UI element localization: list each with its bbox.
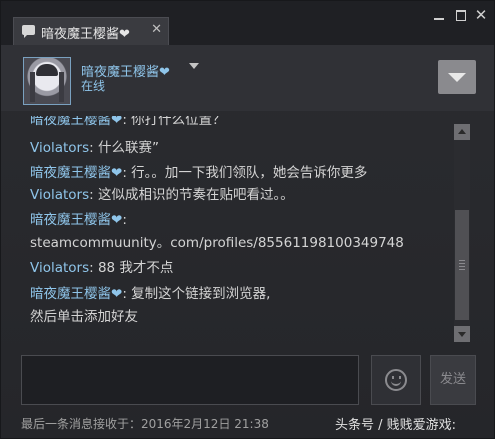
chat-message: Violators: 88 我才不点: [30, 256, 173, 276]
chat-message: 暗夜魔王樱酱❤: 行。。加一下我们领队，她会告诉你更多: [30, 161, 367, 181]
chat-message: 暗夜魔王樱酱❤: 复制这个链接到浏览器,: [30, 282, 270, 302]
message-text[interactable]: steamcommuunity。com/profiles/85561198100…: [30, 235, 404, 251]
message-text: : 这似成相识的节奏在贴吧看过。。: [89, 187, 294, 203]
last-message-timestamp: 最后一条消息接收于：2016年2月12日 21:38: [21, 417, 269, 431]
chat-message: Violators: 什么联赛”: [30, 136, 159, 156]
title-bar: 暗夜魔王樱酱❤ ✕ ✕: [1, 1, 494, 45]
chevron-down-icon[interactable]: [189, 63, 199, 69]
message-sender[interactable]: 暗夜魔王樱酱❤: [30, 212, 122, 228]
maximize-button[interactable]: [453, 7, 469, 23]
message-sender[interactable]: 暗夜魔王樱酱❤: [30, 286, 122, 302]
message-sender[interactable]: Violators: [30, 260, 89, 276]
chat-message: Violators: 这似成相识的节奏在贴吧看过。。: [30, 183, 294, 203]
scroll-thumb[interactable]: [455, 210, 469, 320]
scroll-up-button[interactable]: [454, 124, 470, 140]
message-text: 然后单击添加好友: [30, 309, 138, 325]
message-text: : 你打什么位置？: [122, 116, 226, 128]
chat-message: 暗夜魔王樱酱❤: 你打什么位置？: [30, 116, 226, 128]
chat-log: 暗夜魔王樱酱❤: 你打什么位置？ Violators: 什么联赛” 暗夜魔王樱酱…: [21, 116, 449, 342]
chat-bubble-icon: [22, 25, 35, 38]
message-sender[interactable]: 暗夜魔王樱酱❤: [30, 116, 122, 128]
message-sender[interactable]: Violators: [30, 140, 89, 156]
emoticon-button[interactable]: [371, 355, 421, 405]
message-sender[interactable]: 暗夜魔王樱酱❤: [30, 165, 122, 181]
tab-title: 暗夜魔王樱酱❤: [41, 27, 130, 42]
chat-message: 暗夜魔王樱酱❤:: [30, 208, 127, 228]
send-button[interactable]: 发送: [430, 355, 476, 405]
chat-message: 然后单击添加好友: [30, 305, 138, 325]
message-text: : 行。。加一下我们领队，她会告诉你更多: [122, 165, 368, 181]
message-text: : 什么联赛”: [89, 140, 159, 156]
grip-icon: [459, 260, 465, 270]
chat-window: 暗夜魔王樱酱❤ ✕ ✕ 暗夜魔王樱酱❤ 在线 暗夜魔王樱酱❤: 你打什么位置？ …: [0, 0, 495, 439]
message-text: :: [122, 212, 127, 228]
close-window-button[interactable]: ✕: [473, 7, 489, 23]
friend-status: 在线: [81, 79, 106, 93]
smiley-icon: [385, 369, 407, 391]
watermark: 头条号 / 贱贱爱游戏:: [335, 418, 457, 433]
message-input[interactable]: [21, 355, 359, 405]
chat-message-link[interactable]: steamcommuunity。com/profiles/85561198100…: [30, 231, 404, 251]
scroll-down-button[interactable]: [454, 326, 470, 342]
minimize-button[interactable]: [431, 7, 447, 23]
tab-close-icon[interactable]: ✕: [151, 22, 162, 37]
avatar[interactable]: [23, 57, 71, 105]
chat-scrollbar[interactable]: [454, 124, 470, 342]
chat-tab[interactable]: 暗夜魔王樱酱❤ ✕: [13, 17, 169, 45]
friend-header: 暗夜魔王樱酱❤ 在线: [1, 45, 494, 111]
message-text: : 复制这个链接到浏览器,: [122, 286, 271, 302]
menu-dropdown-button[interactable]: [438, 60, 476, 94]
message-text: : 88 我才不点: [89, 260, 174, 276]
message-sender[interactable]: Violators: [30, 187, 89, 203]
